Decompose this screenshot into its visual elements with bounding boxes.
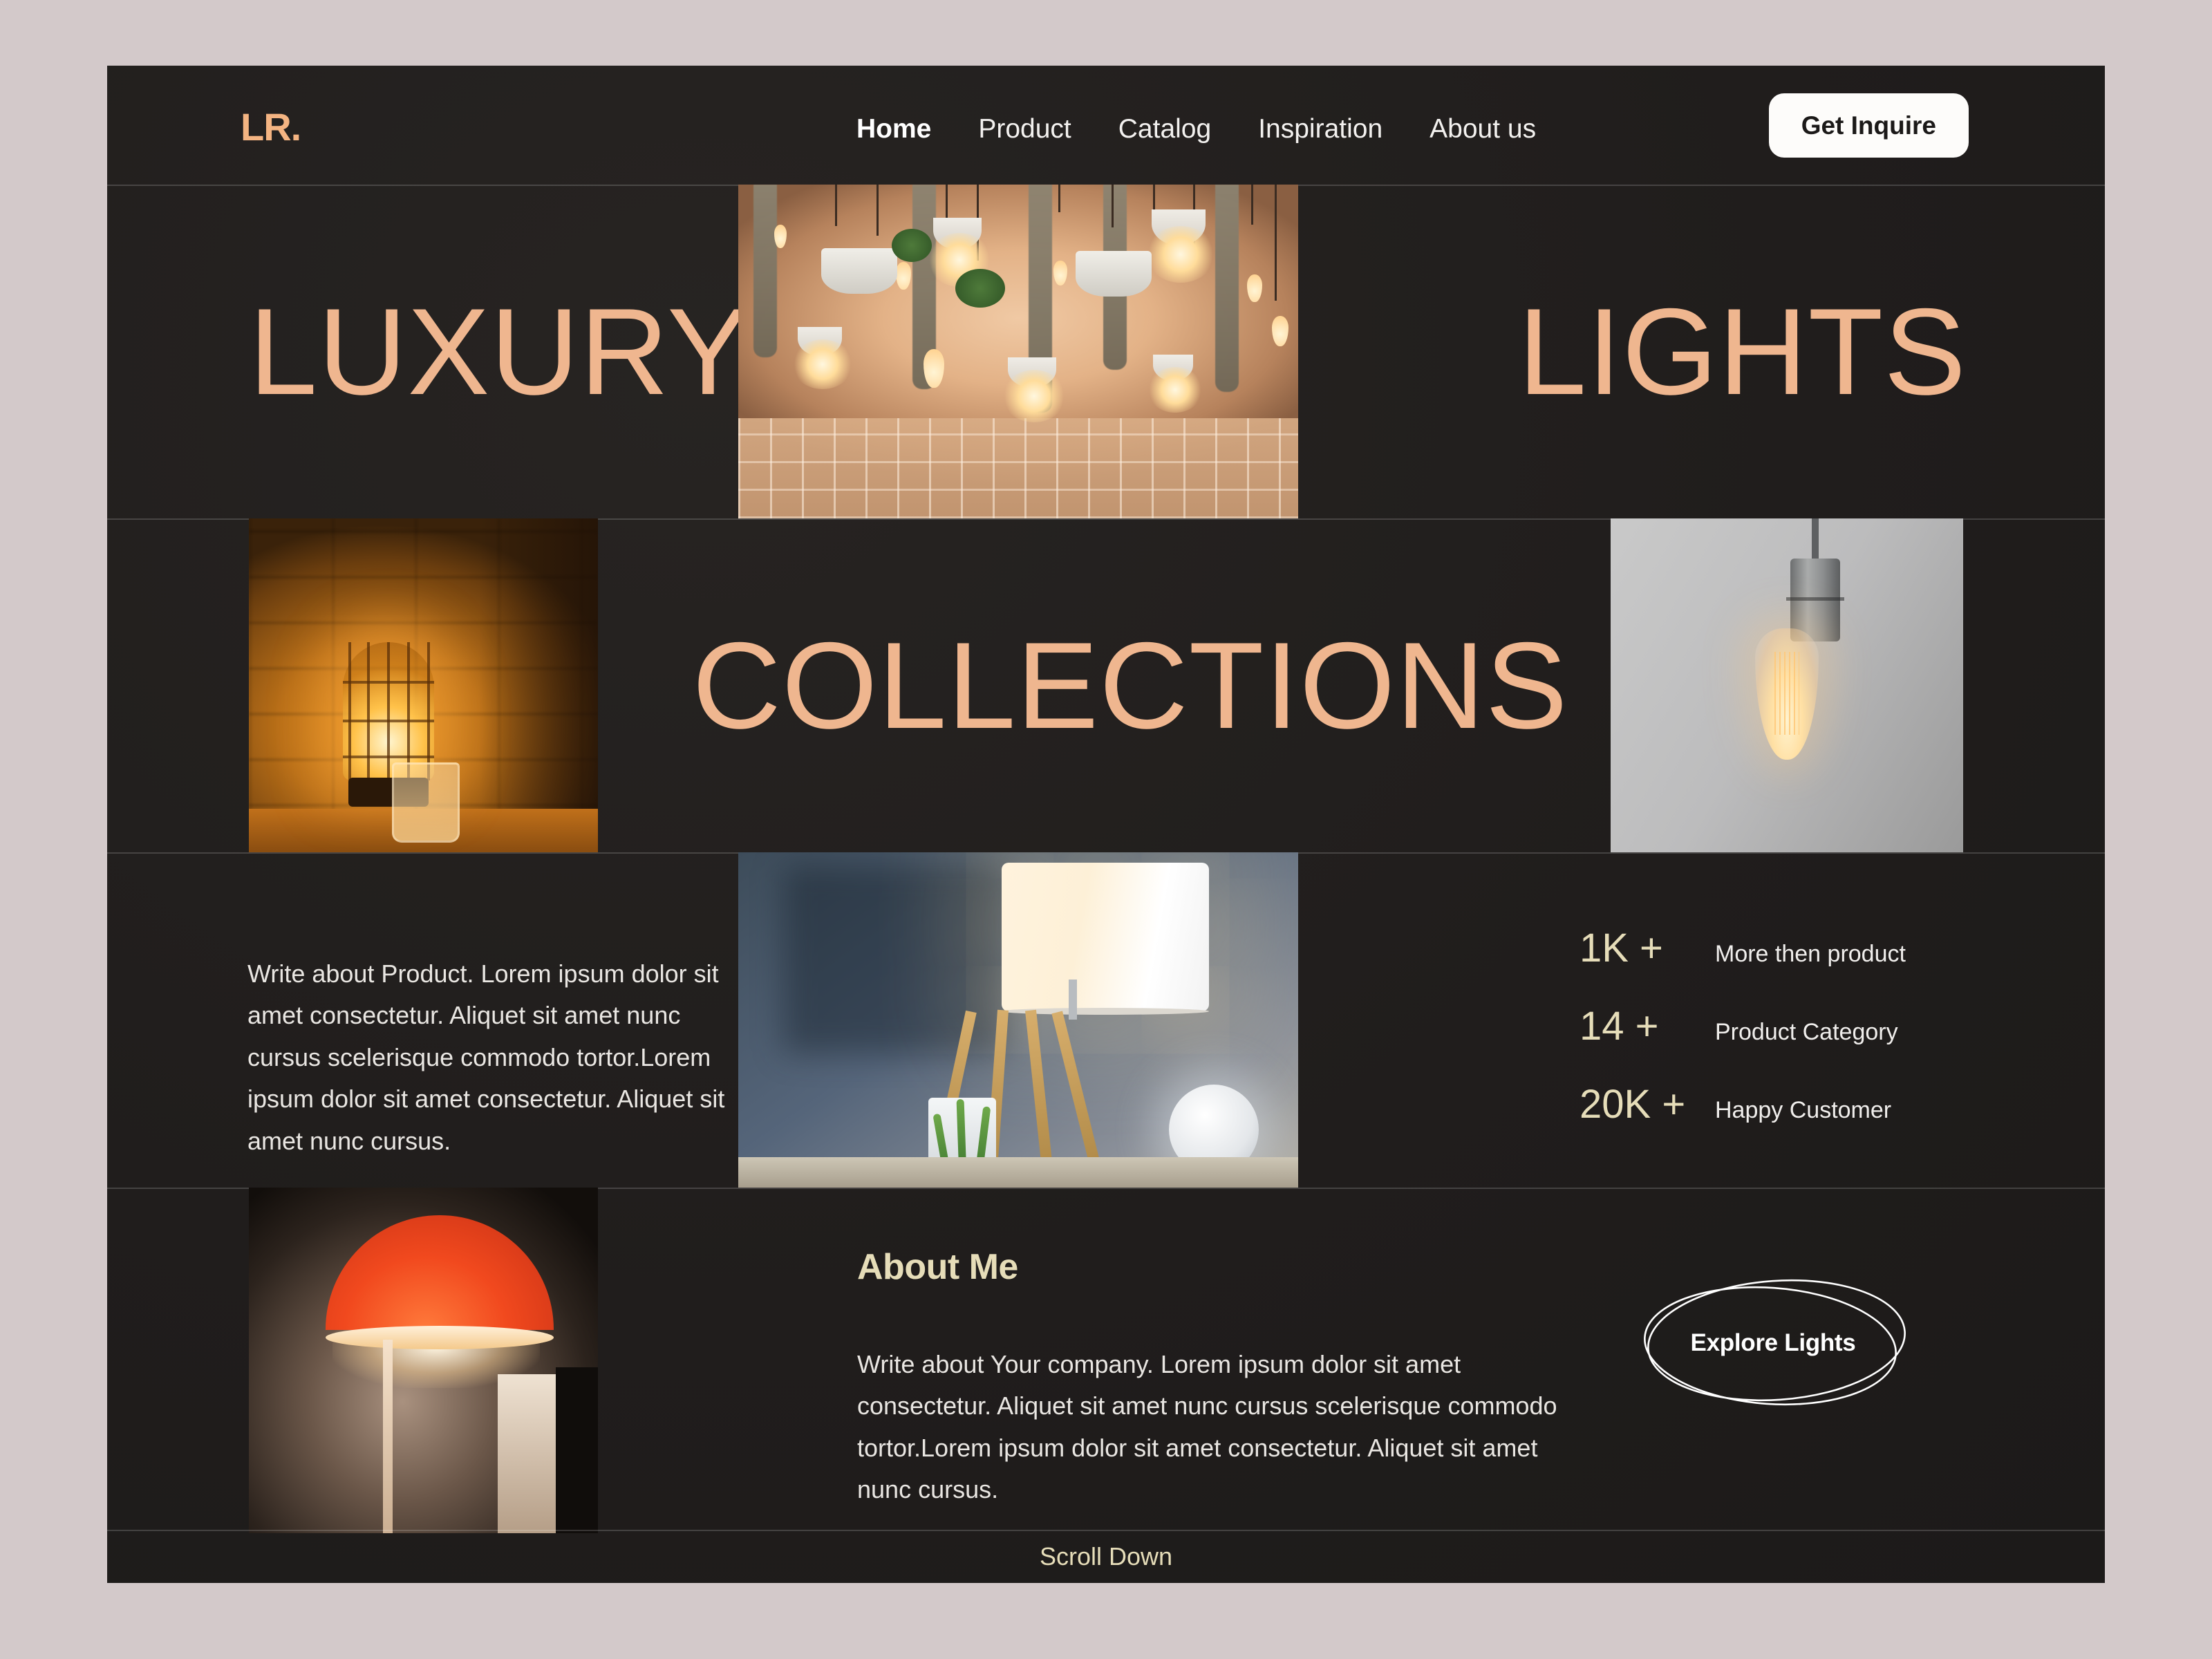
main-navigation: Home Product Catalog Inspiration About u… xyxy=(833,114,1559,144)
stat-value: 1K + xyxy=(1580,926,1663,971)
hero-word-luxury: LUXURY xyxy=(249,282,750,420)
nav-item-product[interactable]: Product xyxy=(955,114,1094,144)
stat-item: 1K + More then product xyxy=(1580,925,1967,971)
hero-word-lights: LIGHTS xyxy=(1518,282,1967,420)
collections-edison-bulb-image xyxy=(1611,518,1963,852)
page-root: LR. Home Product Catalog Inspiration Abo… xyxy=(0,0,2212,1659)
nav-item-catalog[interactable]: Catalog xyxy=(1095,114,1235,144)
nav-item-about-us[interactable]: About us xyxy=(1406,114,1559,144)
about-body: Write about Your company. Lorem ipsum do… xyxy=(857,1350,1557,1504)
product-stats-row: Write about Product. Lorem ipsum dolor s… xyxy=(107,852,2105,1188)
hero-row: LUXURY LIGHTS xyxy=(107,185,2105,518)
stat-label: Product Category xyxy=(1715,1019,1898,1045)
stat-label: Happy Customer xyxy=(1715,1097,1892,1123)
landing-page-card: LR. Home Product Catalog Inspiration Abo… xyxy=(107,66,2105,1583)
nav-item-home[interactable]: Home xyxy=(833,114,955,144)
collections-row: COLLECTIONS xyxy=(107,518,2105,852)
scroll-down-footer[interactable]: Scroll Down xyxy=(107,1530,2105,1583)
site-header: LR. Home Product Catalog Inspiration Abo… xyxy=(107,66,2105,185)
explore-lights-label: Explore Lights xyxy=(1690,1329,1856,1356)
scroll-down-label: Scroll Down xyxy=(1039,1541,1173,1571)
collections-title: COLLECTIONS xyxy=(692,616,1568,754)
about-row: About Me Write about Your company. Lorem… xyxy=(107,1188,2105,1533)
about-heading: About Me xyxy=(857,1247,1018,1287)
get-inquire-button[interactable]: Get Inquire xyxy=(1768,93,1969,158)
stat-item: 20K + Happy Customer xyxy=(1580,1081,1967,1127)
product-description: Write about Product. Lorem ipsum dolor s… xyxy=(247,959,725,1155)
brand-logo[interactable]: LR. xyxy=(241,104,301,149)
product-table-lamp-image xyxy=(738,852,1298,1188)
nav-item-inspiration[interactable]: Inspiration xyxy=(1235,114,1406,144)
stat-value: 20K + xyxy=(1580,1082,1686,1127)
explore-lights-button[interactable]: Explore Lights xyxy=(1635,1274,1911,1412)
stat-value: 14 + xyxy=(1580,1004,1659,1049)
about-red-lamp-image xyxy=(249,1188,598,1533)
stats-list: 1K + More then product 14 + Product Cate… xyxy=(1580,925,1967,1159)
stat-item: 14 + Product Category xyxy=(1580,1003,1967,1049)
hero-pendant-lights-image xyxy=(738,185,1298,518)
collections-brick-lamp-image xyxy=(249,518,598,852)
stat-label: More then product xyxy=(1715,941,1906,967)
